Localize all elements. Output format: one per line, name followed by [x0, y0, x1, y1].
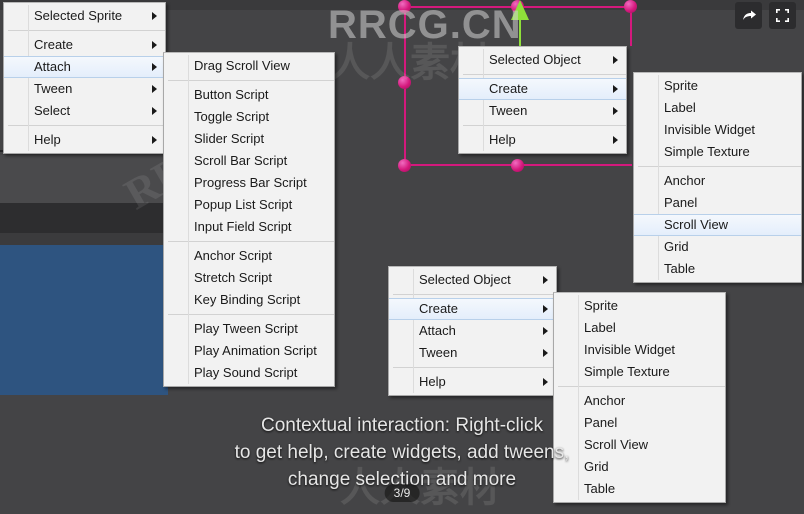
menu-item-progress-bar-script[interactable]: Progress Bar Script: [164, 172, 334, 194]
menu-item-create[interactable]: Create: [4, 34, 165, 56]
submenu-chevron-right-icon: [613, 107, 618, 115]
object-context-menu-bottom[interactable]: Selected Object CreateAttachTween Help: [388, 266, 557, 396]
menu-item-selected-sprite[interactable]: Selected Sprite: [4, 5, 165, 27]
submenu-chevron-right-icon: [152, 12, 157, 20]
menu-item-help[interactable]: Help: [459, 129, 626, 151]
menu-item-tween[interactable]: Tween: [459, 100, 626, 122]
menu-item-play-sound-script[interactable]: Play Sound Script: [164, 362, 334, 384]
selection-handle-top-right[interactable]: [624, 0, 637, 13]
menu-item-invisible-widget[interactable]: Invisible Widget: [554, 339, 725, 361]
menu-item-attach[interactable]: Attach: [4, 56, 165, 78]
menu-separator: [8, 125, 165, 126]
selection-handle-mid-left[interactable]: [398, 76, 411, 89]
menu-item-simple-texture[interactable]: Simple Texture: [554, 361, 725, 383]
menu-item-popup-list-script[interactable]: Popup List Script: [164, 194, 334, 216]
fullscreen-icon: [775, 8, 790, 23]
menu-separator: [393, 367, 556, 368]
submenu-chevron-right-icon: [543, 349, 548, 357]
menu-item-anchor-script[interactable]: Anchor Script: [164, 245, 334, 267]
share-arrow-icon: [741, 8, 757, 24]
submenu-chevron-right-icon: [152, 85, 157, 93]
menu-item-grid[interactable]: Grid: [634, 236, 801, 258]
root-context-menu[interactable]: Selected Sprite CreateAttachTweenSelect He…: [3, 2, 166, 154]
menu-separator: [558, 386, 725, 387]
submenu-chevron-right-icon: [543, 276, 548, 284]
submenu-chevron-right-icon: [613, 85, 618, 93]
menu-item-select[interactable]: Select: [4, 100, 165, 122]
menu-item-selected-object[interactable]: Selected Object: [459, 49, 626, 71]
menu-item-button-script[interactable]: Button Script: [164, 84, 334, 106]
page-indicator: 3/9: [385, 484, 420, 502]
menu-separator: [168, 241, 334, 242]
menu-item-tween[interactable]: Tween: [389, 342, 556, 364]
menu-item-sprite[interactable]: Sprite: [634, 75, 801, 97]
menu-item-slider-script[interactable]: Slider Script: [164, 128, 334, 150]
menu-item-input-field-script[interactable]: Input Field Script: [164, 216, 334, 238]
menu-item-simple-texture[interactable]: Simple Texture: [634, 141, 801, 163]
menu-separator: [8, 30, 165, 31]
menu-item-scroll-bar-script[interactable]: Scroll Bar Script: [164, 150, 334, 172]
menu-item-play-animation-script[interactable]: Play Animation Script: [164, 340, 334, 362]
menu-item-table[interactable]: Table: [634, 258, 801, 280]
menu-item-toggle-script[interactable]: Toggle Script: [164, 106, 334, 128]
menu-item-stretch-script[interactable]: Stretch Script: [164, 267, 334, 289]
menu-item-drag-scroll-view[interactable]: Drag Scroll View: [164, 55, 334, 77]
selection-handle-bottom-mid[interactable]: [511, 159, 524, 172]
object-context-menu-top[interactable]: Selected Object CreateTween Help: [458, 46, 627, 154]
menu-item-tween[interactable]: Tween: [4, 78, 165, 100]
menu-separator: [638, 166, 801, 167]
menu-separator: [168, 314, 334, 315]
menu-item-sprite[interactable]: Sprite: [554, 295, 725, 317]
menu-separator: [463, 125, 626, 126]
menu-item-play-tween-script[interactable]: Play Tween Script: [164, 318, 334, 340]
menu-item-key-binding-script[interactable]: Key Binding Script: [164, 289, 334, 311]
menu-item-label[interactable]: Label: [554, 317, 725, 339]
attach-submenu[interactable]: Drag Scroll View Button ScriptToggle Scri…: [163, 52, 335, 387]
menu-item-anchor[interactable]: Anchor: [554, 390, 725, 412]
menu-item-scroll-view[interactable]: Scroll View: [634, 214, 801, 236]
menu-item-attach[interactable]: Attach: [389, 320, 556, 342]
menu-item-panel[interactable]: Panel: [634, 192, 801, 214]
editor-panel-upper: [0, 155, 168, 207]
menu-item-help[interactable]: Help: [389, 371, 556, 393]
editor-panel-strip: [0, 233, 168, 245]
menu-item-label[interactable]: Label: [634, 97, 801, 119]
submenu-chevron-right-icon: [543, 378, 548, 386]
menu-item-create[interactable]: Create: [459, 78, 626, 100]
fullscreen-button[interactable]: [769, 2, 796, 29]
submenu-chevron-right-icon: [152, 41, 157, 49]
submenu-chevron-right-icon: [152, 63, 157, 71]
submenu-chevron-right-icon: [543, 327, 548, 335]
create-submenu-top[interactable]: SpriteLabelInvisible WidgetSimple Textur…: [633, 72, 802, 283]
menu-item-invisible-widget[interactable]: Invisible Widget: [634, 119, 801, 141]
menu-item-help[interactable]: Help: [4, 129, 165, 151]
submenu-chevron-right-icon: [613, 56, 618, 64]
caption-line-1: Contextual interaction: Right-click: [0, 412, 804, 439]
submenu-chevron-right-icon: [543, 305, 548, 313]
menu-item-create[interactable]: Create: [389, 298, 556, 320]
move-gizmo-arrow-icon[interactable]: [511, 0, 529, 20]
submenu-chevron-right-icon: [152, 107, 157, 115]
share-button[interactable]: [735, 2, 762, 29]
editor-panel-dark: [0, 203, 168, 233]
caption-text: Contextual interaction: Right-click to g…: [0, 412, 804, 493]
menu-item-selected-object[interactable]: Selected Object: [389, 269, 556, 291]
submenu-chevron-right-icon: [152, 136, 157, 144]
selection-handle-bottom-left[interactable]: [398, 159, 411, 172]
caption-line-2: to get help, create widgets, add tweens,: [0, 439, 804, 466]
submenu-chevron-right-icon: [613, 136, 618, 144]
selection-handle-top-left[interactable]: [398, 0, 411, 13]
menu-separator: [393, 294, 556, 295]
menu-item-anchor[interactable]: Anchor: [634, 170, 801, 192]
editor-panel-blue-preview: [0, 245, 168, 395]
menu-separator: [463, 74, 626, 75]
menu-separator: [168, 80, 334, 81]
